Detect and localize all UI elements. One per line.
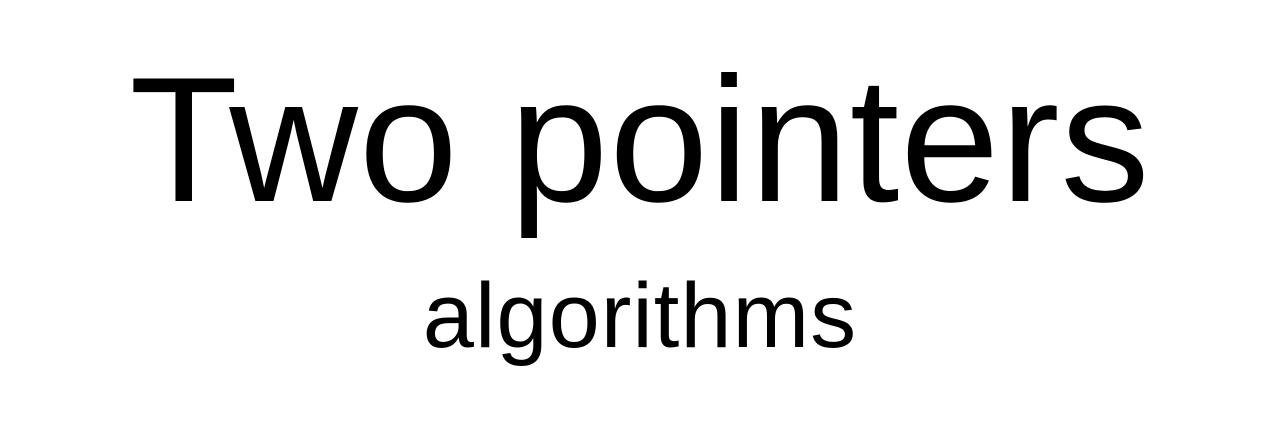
page-subtitle: algorithms bbox=[422, 265, 858, 367]
page-title: Two pointers bbox=[129, 40, 1151, 239]
title-card: Two pointers algorithms bbox=[0, 0, 1280, 445]
